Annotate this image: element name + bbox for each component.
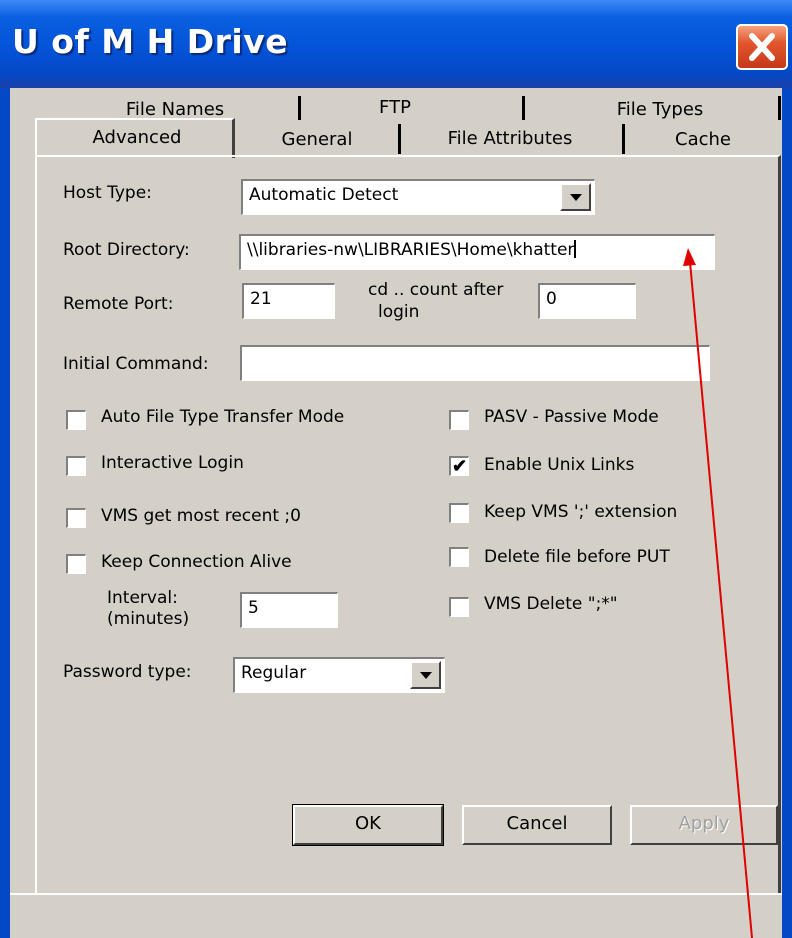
annotation-arrow (683, 248, 753, 938)
